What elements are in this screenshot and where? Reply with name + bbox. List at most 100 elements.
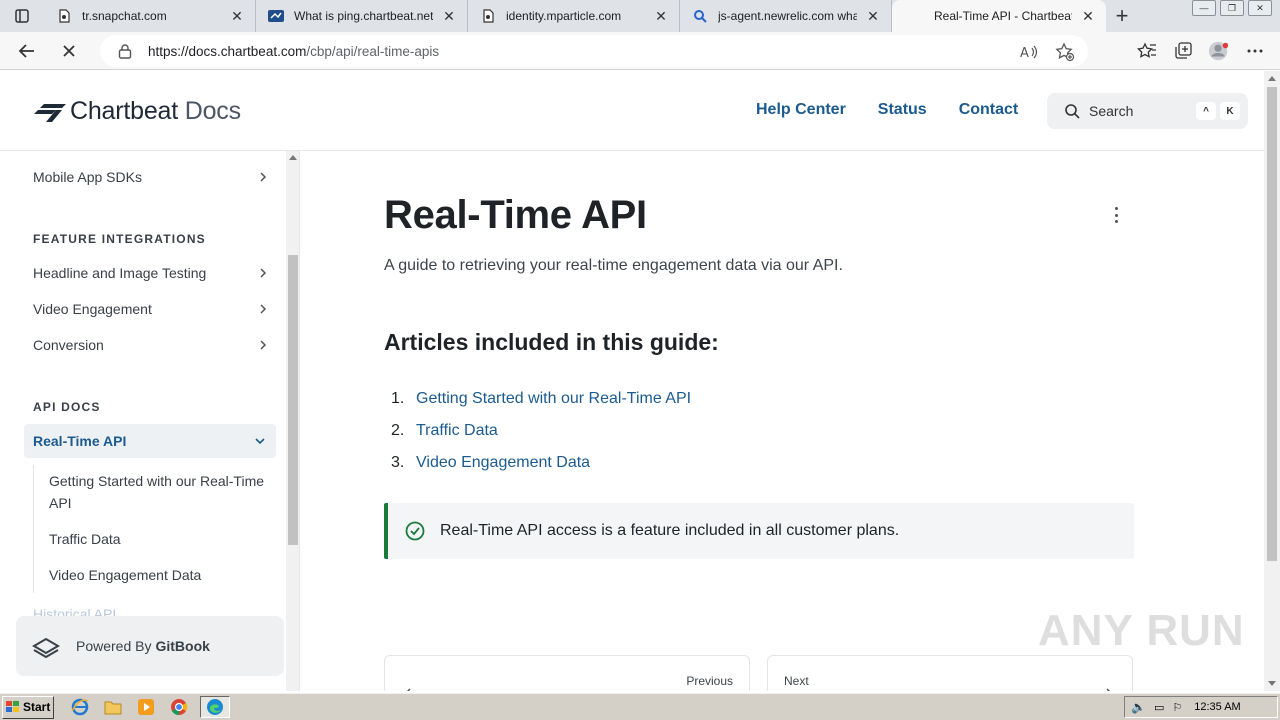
sidebar-item-real-time-api[interactable]: Real-Time API xyxy=(24,424,276,458)
browser-tab-strip: tr.snapchat.com ✕ What is ping.chartbeat… xyxy=(0,0,1280,32)
help-center-link[interactable]: Help Center xyxy=(756,101,846,119)
hint-text: Real-Time API access is a feature includ… xyxy=(440,522,900,539)
window-controls: — ❐ ✕ xyxy=(1192,0,1280,18)
scroll-up-arrow-icon[interactable] xyxy=(1268,76,1276,81)
logo-brand: Chartbeat xyxy=(70,97,178,125)
minimize-button[interactable]: — xyxy=(1192,0,1216,16)
chevron-right-icon xyxy=(260,172,267,182)
tab-actions-button[interactable] xyxy=(0,0,44,32)
chevron-left-icon xyxy=(406,688,411,691)
address-bar[interactable]: https://docs.chartbeat.com/cbp/api/real-… xyxy=(100,35,1088,67)
back-button[interactable] xyxy=(10,34,44,68)
sidebar-scrollbar[interactable] xyxy=(286,151,299,691)
article-link-video-engagement-data[interactable]: Video Engagement Data xyxy=(416,454,590,472)
contact-link[interactable]: Contact xyxy=(959,101,1019,119)
chrome-icon[interactable] xyxy=(167,696,191,718)
page-scroll-thumb[interactable] xyxy=(1267,87,1277,561)
new-tab-button[interactable]: + xyxy=(1106,0,1138,32)
tab-actions-icon xyxy=(15,9,29,23)
close-icon[interactable]: ✕ xyxy=(441,8,457,24)
list-number: 1. xyxy=(391,390,405,407)
sidebar-item-conversion[interactable]: Conversion xyxy=(33,337,269,353)
sidebar-item-label: Headline and Image Testing xyxy=(33,265,207,281)
search-input[interactable]: Search ^ K xyxy=(1047,93,1248,129)
scroll-down-arrow-icon[interactable] xyxy=(1268,681,1276,686)
close-icon[interactable]: ✕ xyxy=(1080,8,1096,24)
close-icon xyxy=(63,44,75,57)
read-aloud-icon[interactable]: A xyxy=(1018,41,1040,63)
sidebar-item-label: Conversion xyxy=(33,337,104,353)
sidebar-subitem-video-engagement-data[interactable]: Video Engagement Data xyxy=(49,564,271,586)
scroll-up-arrow-icon[interactable] xyxy=(289,155,297,160)
tab-title: identity.mparticle.com xyxy=(506,9,622,23)
tab-title: tr.snapchat.com xyxy=(82,9,167,23)
browser-tab[interactable]: tr.snapchat.com ✕ xyxy=(44,0,256,32)
folder-icon[interactable] xyxy=(101,696,125,718)
maximize-button[interactable]: ❐ xyxy=(1220,0,1244,16)
dot xyxy=(1114,213,1118,217)
article-link-getting-started[interactable]: Getting Started with our Real-Time API xyxy=(416,390,691,408)
page-title: Real-Time API xyxy=(384,193,647,237)
chevron-right-icon xyxy=(260,268,267,278)
section-feature-integrations: FEATURE INTEGRATIONS xyxy=(33,232,206,246)
page-actions-button[interactable] xyxy=(1111,207,1121,223)
stop-button[interactable] xyxy=(52,34,86,68)
start-label: Start xyxy=(23,700,51,714)
sidebar-item-mobile-app-sdks[interactable]: Mobile App SDKs xyxy=(33,169,269,185)
add-favorite-icon[interactable] xyxy=(1054,41,1076,63)
gitbook-icon xyxy=(32,632,60,660)
tab-title: Real-Time API - Chartbeat D xyxy=(934,9,1072,23)
sidebar-subitem-getting-started[interactable]: Getting Started with our Real-Time API xyxy=(49,470,271,514)
logo-suffix: Docs xyxy=(184,97,241,125)
url-host: https://docs.chartbeat.com xyxy=(148,43,307,59)
page-description: A guide to retrieving your real-time eng… xyxy=(384,257,843,274)
edge-icon[interactable] xyxy=(200,696,230,718)
network-icon[interactable]: ▭ xyxy=(1154,701,1164,714)
previous-page-button[interactable]: Previous xyxy=(384,655,750,691)
anyrun-watermark: ANY RUN xyxy=(1038,606,1245,655)
media-player-icon[interactable] xyxy=(134,696,158,718)
close-icon[interactable]: ✕ xyxy=(229,8,245,24)
close-window-button[interactable]: ✕ xyxy=(1248,0,1272,16)
search-icon xyxy=(692,8,708,24)
list-number: 2. xyxy=(391,422,405,439)
collections-icon[interactable] xyxy=(1172,40,1194,62)
submenu-indent-line xyxy=(33,465,34,593)
profile-avatar-icon[interactable] xyxy=(1208,40,1230,62)
sidebar-item-label: Video Engagement xyxy=(33,301,152,317)
svg-text:A: A xyxy=(1020,46,1029,60)
list-item: 3. Video Engagement Data xyxy=(391,447,691,479)
close-icon[interactable]: ✕ xyxy=(653,8,669,24)
browser-tab[interactable]: js-agent.newrelic.com what ✕ xyxy=(680,0,892,32)
next-page-button[interactable]: Next xyxy=(767,655,1133,691)
article-link-traffic-data[interactable]: Traffic Data xyxy=(416,422,498,440)
sidebar-nav: Mobile App SDKs FEATURE INTEGRATIONS Hea… xyxy=(0,151,300,691)
sidebar-item-video-engagement[interactable]: Video Engagement xyxy=(33,301,269,317)
sidebar-subitem-traffic-data[interactable]: Traffic Data xyxy=(49,528,271,550)
powered-by-gitbook[interactable]: Powered By GitBook xyxy=(16,616,284,676)
docs-header: Chartbeat Docs Help Center Status Contac… xyxy=(0,71,1264,151)
browser-tab[interactable]: identity.mparticle.com ✕ xyxy=(468,0,680,32)
powered-by-brand: GitBook xyxy=(155,638,210,654)
volume-icon[interactable]: 🔈 xyxy=(1131,700,1146,714)
browser-tab-active[interactable]: Real-Time API - Chartbeat D ✕ xyxy=(892,0,1106,32)
start-button[interactable]: Start xyxy=(2,695,54,719)
chartbeat-logo[interactable]: Chartbeat Docs xyxy=(34,97,241,126)
favorites-icon[interactable] xyxy=(1136,40,1158,62)
security-icon[interactable]: ⚐ xyxy=(1172,701,1182,714)
internet-explorer-icon[interactable] xyxy=(68,696,92,718)
close-icon[interactable]: ✕ xyxy=(865,8,881,24)
dot xyxy=(1114,207,1118,210)
page-scrollbar[interactable] xyxy=(1264,71,1280,691)
articles-list: 1. Getting Started with our Real-Time API… xyxy=(391,383,691,479)
list-item: 2. Traffic Data xyxy=(391,415,691,447)
sidebar-scroll-thumb[interactable] xyxy=(288,255,298,545)
list-number: 3. xyxy=(391,454,405,471)
header-nav: Help Center Status Contact xyxy=(756,101,1018,119)
browser-tab[interactable]: What is ping.chartbeat.net? ✕ xyxy=(256,0,468,32)
sidebar-item-headline-testing[interactable]: Headline and Image Testing xyxy=(33,265,269,281)
windows-taskbar: Start 🔈 ▭ ⚐ 12:35 AM xyxy=(0,693,1280,720)
status-link[interactable]: Status xyxy=(878,101,927,119)
system-tray: 🔈 ▭ ⚐ 12:35 AM xyxy=(1124,696,1278,718)
more-options-icon[interactable] xyxy=(1244,40,1266,62)
